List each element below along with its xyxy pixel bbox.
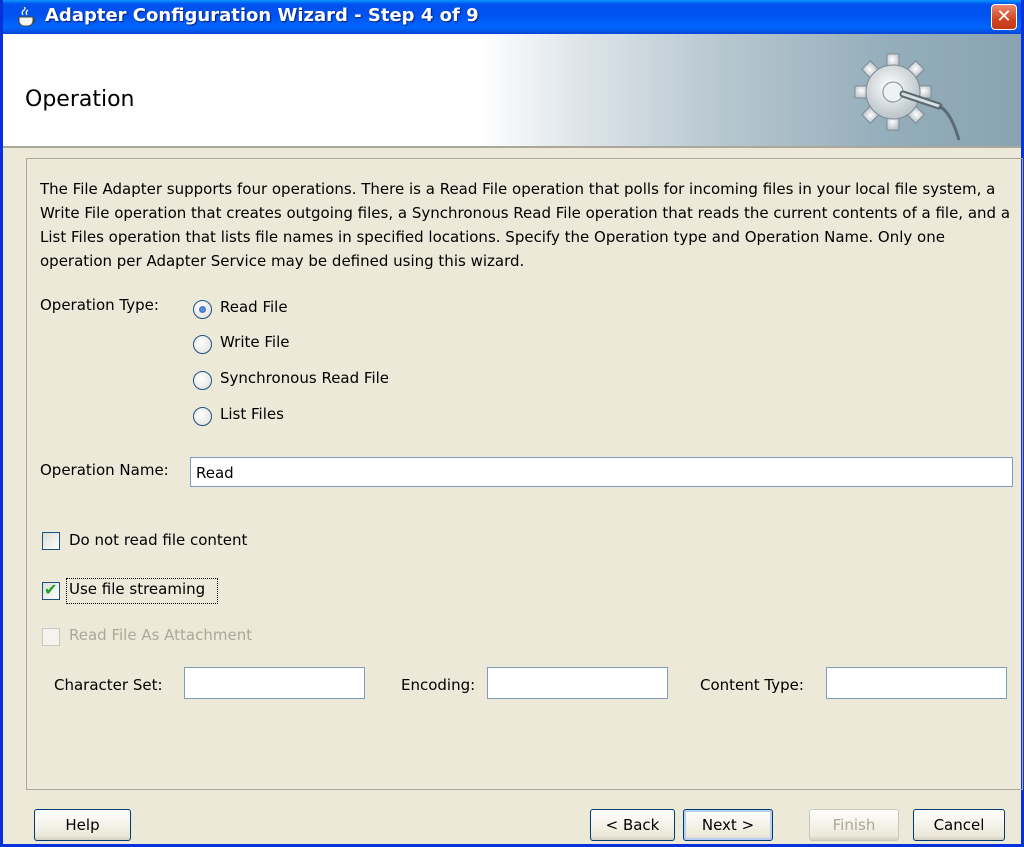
wizard-header: Operation [3, 34, 1021, 146]
radio-read-file[interactable] [193, 300, 212, 319]
radio-write-file[interactable] [193, 335, 212, 354]
operation-type-label: Operation Type: [40, 296, 159, 314]
content-type-input[interactable] [826, 667, 1007, 699]
operation-name-label: Operation Name: [40, 461, 169, 479]
use-file-streaming-label[interactable]: Use file streaming [69, 580, 205, 598]
java-cup-icon [18, 7, 36, 27]
cancel-button[interactable]: Cancel [913, 809, 1005, 841]
operation-name-input[interactable]: Read [190, 457, 1013, 487]
checkmark-icon: ✔ [44, 580, 58, 599]
finish-button[interactable]: Finish [809, 809, 899, 841]
content-type-label: Content Type: [700, 676, 804, 694]
read-as-attachment-checkbox[interactable] [42, 628, 60, 646]
use-file-streaming-checkbox[interactable]: ✔ [42, 580, 60, 600]
page-title: Operation [25, 87, 135, 112]
character-set-label: Character Set: [54, 676, 163, 694]
window-title: Adapter Configuration Wizard - Step 4 of… [45, 5, 479, 26]
next-button[interactable]: Next > [683, 809, 773, 841]
radio-list-files[interactable] [193, 407, 212, 426]
radio-write-file-label[interactable]: Write File [220, 333, 289, 351]
read-as-attachment-label: Read File As Attachment [69, 626, 253, 644]
wizard-window: Adapter Configuration Wizard - Step 4 of… [0, 0, 1024, 847]
character-set-input[interactable] [184, 667, 365, 699]
do-not-read-label[interactable]: Do not read file content [69, 531, 247, 549]
header-divider [3, 146, 1021, 148]
radio-synchronous-read-file[interactable] [193, 371, 212, 390]
help-button[interactable]: Help [34, 809, 131, 841]
description-text: The File Adapter supports four operation… [40, 180, 1011, 270]
close-button[interactable]: ✕ [991, 4, 1017, 30]
content-panel: The File Adapter supports four operation… [26, 158, 1023, 790]
radio-read-file-label[interactable]: Read File [220, 298, 288, 316]
do-not-read-checkbox[interactable] [42, 532, 60, 550]
gear-plug-icon [854, 53, 961, 141]
back-button[interactable]: < Back [590, 809, 675, 841]
close-icon: ✕ [996, 6, 1012, 27]
radio-list-files-label[interactable]: List Files [220, 405, 284, 423]
encoding-input[interactable] [487, 667, 668, 699]
encoding-label: Encoding: [401, 676, 476, 694]
title-bar[interactable]: Adapter Configuration Wizard - Step 4 of… [3, 0, 1021, 34]
radio-synchronous-read-file-label[interactable]: Synchronous Read File [220, 369, 389, 387]
